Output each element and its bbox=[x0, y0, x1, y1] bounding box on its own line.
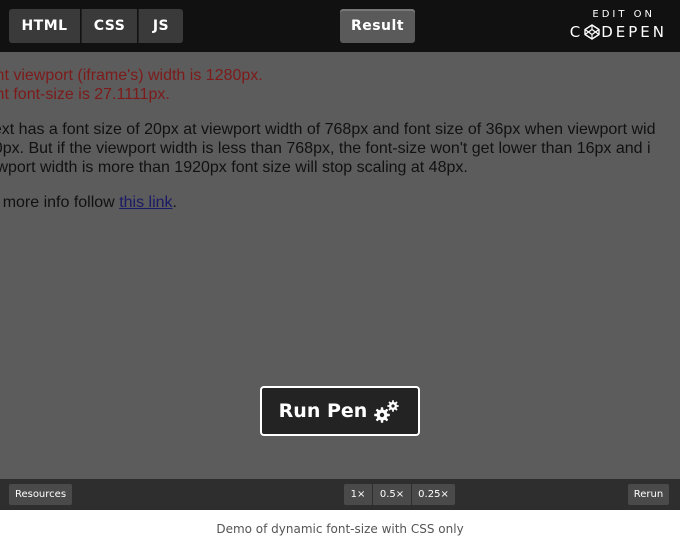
info-link[interactable]: this link bbox=[119, 194, 172, 211]
info-suffix: . bbox=[172, 194, 177, 211]
result-content: rrent viewport (iframe's) width is 1280p… bbox=[0, 66, 680, 212]
tab-js[interactable]: JS bbox=[138, 9, 183, 43]
logo-edit-on-text: EDIT ON bbox=[592, 9, 655, 20]
description-line-1: s text has a font size of 20px at viewpo… bbox=[0, 121, 656, 138]
zoom-0-5x-button[interactable]: 0.5× bbox=[373, 484, 411, 505]
info-line: get more info follow this link. bbox=[0, 193, 680, 212]
tab-result[interactable]: Result bbox=[340, 9, 415, 43]
description-line-2: 920px. But if the viewport width is less… bbox=[0, 140, 651, 157]
embed-caption: Demo of dynamic font-size with CSS only bbox=[216, 522, 464, 536]
embed-footer-bar: Resources 1× 0.5× 0.25× Rerun bbox=[0, 479, 680, 510]
font-size-line: rrent font-size is 27.1111px. bbox=[0, 86, 170, 103]
zoom-1x-button[interactable]: 1× bbox=[344, 484, 372, 505]
rerun-button[interactable]: Rerun bbox=[628, 484, 669, 505]
run-pen-label: Run Pen bbox=[278, 400, 368, 422]
resources-button[interactable]: Resources bbox=[9, 484, 72, 505]
run-pen-button[interactable]: Run Pen bbox=[260, 386, 420, 436]
codepen-cube-icon bbox=[584, 24, 600, 40]
tab-html[interactable]: HTML bbox=[9, 9, 80, 43]
editor-tabbar: HTML CSS JS Result EDIT ON C DEPEN bbox=[0, 0, 680, 52]
description-line-3: viewport width is more than 1920px font … bbox=[0, 159, 468, 176]
codepen-logo: C DEPEN bbox=[570, 23, 667, 41]
zoom-0-25x-button[interactable]: 0.25× bbox=[412, 484, 455, 505]
logo-brand-left: C bbox=[569, 23, 584, 41]
edit-on-codepen-link[interactable]: EDIT ON C DEPEN bbox=[567, 9, 667, 41]
tab-css[interactable]: CSS bbox=[81, 9, 137, 43]
info-prefix: get more info follow bbox=[0, 194, 115, 211]
viewport-width-line: rrent viewport (iframe's) width is 1280p… bbox=[0, 67, 263, 84]
gears-icon bbox=[374, 400, 400, 423]
codepen-embed: HTML CSS JS Result EDIT ON C DEPEN rrent… bbox=[0, 0, 680, 510]
logo-brand-right: DEPEN bbox=[601, 23, 667, 41]
